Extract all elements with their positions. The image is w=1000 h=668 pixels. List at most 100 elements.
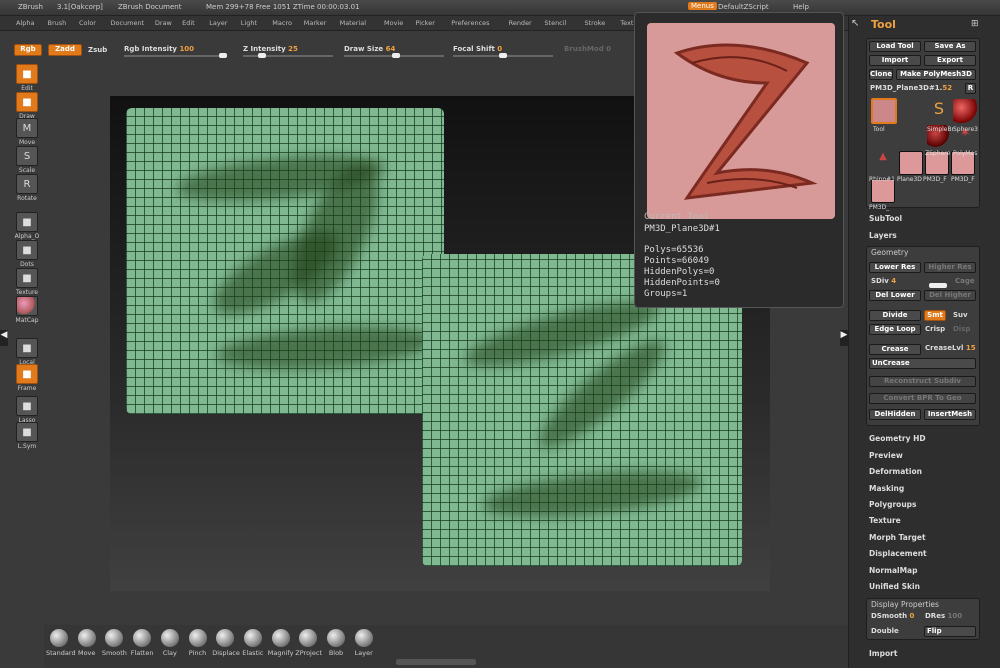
unified-skin-section[interactable]: Unified Skin	[869, 582, 920, 591]
left-tray-arrow-icon[interactable]: ◀	[0, 330, 8, 346]
menu-alpha[interactable]: Alpha	[16, 19, 34, 27]
cage-button[interactable]: Cage	[955, 277, 975, 285]
brush-smooth-button[interactable]: Smooth	[101, 629, 127, 657]
del-higher-button[interactable]: Del Higher	[924, 290, 976, 301]
brush-magnify-button[interactable]: Magnify	[268, 629, 294, 657]
menu-stencil[interactable]: Stencil	[544, 19, 566, 27]
flip-button[interactable]: Flip	[924, 626, 976, 637]
tool-draw-button[interactable]: ■ Draw	[14, 92, 40, 120]
load-tool-button[interactable]: Load Tool	[869, 41, 921, 52]
import-section[interactable]: Import	[869, 649, 897, 658]
dres-slider[interactable]: DRes 100	[925, 612, 962, 620]
geometry-hd-section[interactable]: Geometry HD	[869, 434, 926, 443]
make-polymesh-button[interactable]: Make PolyMesh3D	[896, 69, 976, 80]
rgb-intensity-slider[interactable]: Rgb Intensity 100	[124, 45, 194, 53]
export-button[interactable]: Export	[924, 55, 976, 66]
edge-loop-button[interactable]: Edge Loop	[869, 324, 921, 335]
z-intensity-slider[interactable]: Z Intensity 25	[243, 45, 298, 53]
brush-zproject-button[interactable]: ZProject	[295, 629, 322, 657]
del-lower-button[interactable]: Del Lower	[869, 290, 921, 301]
right-tray-arrow-icon[interactable]: ▶	[840, 330, 848, 346]
menu-movie[interactable]: Movie	[384, 19, 403, 27]
layers-section[interactable]: Layers	[869, 231, 897, 240]
double-toggle[interactable]: Double	[871, 627, 899, 635]
tool-thumb-simplebrush[interactable]: S	[927, 99, 951, 123]
tool-matcap-button[interactable]: MatCap	[14, 296, 40, 324]
menu-light[interactable]: Light	[241, 19, 257, 27]
sdiv-slider[interactable]: SDiv 4	[871, 277, 896, 285]
save-as-button[interactable]: Save As	[924, 41, 976, 52]
tool-move-button[interactable]: M Move	[14, 118, 40, 146]
current-tool-slider[interactable]: PM3D_Plane3D#1.52	[870, 84, 952, 92]
help-button[interactable]: Help	[793, 3, 809, 11]
tool-thumb-plane3d[interactable]	[899, 151, 923, 175]
menu-color[interactable]: Color	[79, 19, 96, 27]
menu-picker[interactable]: Picker	[416, 19, 435, 27]
reconstruct-subdiv-button[interactable]: Reconstruct Subdiv	[869, 376, 976, 387]
clone-button[interactable]: Clone	[869, 69, 893, 80]
insertmesh-button[interactable]: InsertMesh	[924, 409, 976, 420]
menu-brush[interactable]: Brush	[48, 19, 67, 27]
brush-elastic-button[interactable]: Elastic	[240, 629, 266, 657]
palette-popout-icon[interactable]: ⊞	[971, 19, 979, 29]
normalmap-section[interactable]: NormalMap	[869, 566, 917, 575]
deformation-section[interactable]: Deformation	[869, 467, 922, 476]
polygroups-section[interactable]: Polygroups	[869, 500, 917, 509]
geometry-section[interactable]: Geometry	[871, 248, 908, 257]
menu-render[interactable]: Render	[509, 19, 532, 27]
z-intensity-track[interactable]	[243, 55, 333, 57]
tool-alpha-o-button[interactable]: ■ Alpha_O	[14, 212, 40, 240]
tool-local-button[interactable]: ■ Local	[14, 338, 40, 366]
brushmod-slider[interactable]: BrushMod 0	[564, 45, 611, 53]
tool-thumb-sphere3d[interactable]	[953, 99, 977, 123]
tool-thumb-current[interactable]	[871, 98, 897, 124]
tool-frame-button[interactable]: ■ Frame	[14, 364, 40, 392]
zadd-toggle[interactable]: Zadd	[48, 44, 82, 56]
focal-shift-knob[interactable]	[499, 53, 507, 58]
import-button[interactable]: Import	[869, 55, 921, 66]
divide-button[interactable]: Divide	[869, 310, 921, 321]
texture-section[interactable]: Texture	[869, 516, 901, 525]
brush-clay-button[interactable]: Clay	[157, 629, 183, 657]
menu-draw[interactable]: Draw	[155, 19, 172, 27]
sdiv-knob[interactable]	[929, 283, 947, 288]
brush-blob-button[interactable]: Blob	[323, 629, 349, 657]
tool-thumb-rhino[interactable]: ▲	[871, 151, 895, 175]
draw-size-slider[interactable]: Draw Size 64	[344, 45, 395, 53]
r-button[interactable]: R	[965, 83, 976, 94]
rgb-intensity-track[interactable]	[124, 55, 224, 57]
focal-shift-slider[interactable]: Focal Shift 0	[453, 45, 502, 53]
menu-stroke[interactable]: Stroke	[585, 19, 606, 27]
rgb-toggle[interactable]: Rgb	[14, 44, 42, 56]
tool-dots-button[interactable]: ■ Dots	[14, 240, 40, 268]
masking-section[interactable]: Masking	[869, 484, 904, 493]
delhidden-button[interactable]: DelHidden	[869, 409, 921, 420]
draw-size-knob[interactable]	[392, 53, 400, 58]
brush-standard-button[interactable]: Standard	[46, 629, 76, 657]
rgb-intensity-knob[interactable]	[219, 53, 227, 58]
menu-document[interactable]: Document	[111, 19, 145, 27]
tool-edit-button[interactable]: ■ Edit	[14, 64, 40, 92]
menu-macro[interactable]: Macro	[272, 19, 292, 27]
creaselvl-slider[interactable]: CreaseLvl 15	[925, 344, 976, 352]
smt-toggle[interactable]: Smt	[924, 310, 946, 321]
z-intensity-knob[interactable]	[258, 53, 266, 58]
brush-move-button[interactable]: Move	[74, 629, 100, 657]
preview-section[interactable]: Preview	[869, 451, 903, 460]
lower-res-button[interactable]: Lower Res	[869, 262, 921, 273]
brush-layer-button[interactable]: Layer	[351, 629, 377, 657]
dsmooth-slider[interactable]: DSmooth 0	[871, 612, 914, 620]
tool-rotate-button[interactable]: R Rotate	[14, 174, 40, 202]
tool-scale-button[interactable]: S Scale	[14, 146, 40, 174]
menu-layer[interactable]: Layer	[209, 19, 227, 27]
display-properties-section[interactable]: Display Properties	[871, 600, 939, 609]
brush-pinch-button[interactable]: Pinch	[185, 629, 211, 657]
crease-button[interactable]: Crease	[869, 344, 921, 355]
morph-target-section[interactable]: Morph Target	[869, 533, 926, 542]
convert-bpr-button[interactable]: Convert BPR To Geo	[869, 393, 976, 404]
tool-texture-button[interactable]: ■ Texture	[14, 268, 40, 296]
brush-displace-button[interactable]: Displace	[212, 629, 240, 657]
tool-l-sym-button[interactable]: ■ L.Sym	[14, 422, 40, 450]
tool-lasso-button[interactable]: ■ Lasso	[14, 396, 40, 424]
default-zscript-button[interactable]: DefaultZScript	[718, 3, 769, 11]
